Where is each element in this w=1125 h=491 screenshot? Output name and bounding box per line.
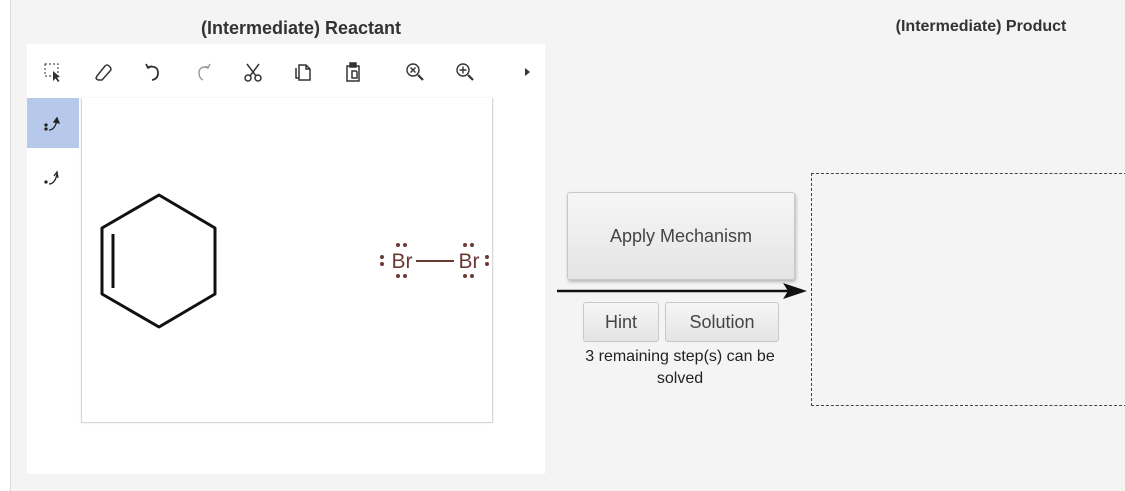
- eraser-icon: [95, 64, 112, 81]
- mechanism-app: (Intermediate) Reactant (Intermediate) P…: [10, 0, 1125, 491]
- editor-toolbar: [27, 44, 545, 98]
- reaction-arrow: [557, 283, 807, 299]
- redo-tool[interactable]: [189, 58, 217, 86]
- zoom-in-icon: [456, 63, 474, 81]
- apply-mechanism-button[interactable]: Apply Mechanism: [567, 192, 795, 280]
- cut-tool[interactable]: [239, 58, 267, 86]
- cyclohexene[interactable]: [100, 193, 217, 329]
- curved-arrow-single-icon: [44, 170, 59, 185]
- paste-icon: [346, 62, 360, 82]
- zoom-reset-icon: [406, 63, 424, 81]
- zoom-in-tool[interactable]: [451, 58, 479, 86]
- molecule-editor: Br Br: [27, 44, 545, 474]
- dashed-select-icon: [44, 63, 60, 82]
- product-drop-area[interactable]: [811, 173, 1125, 406]
- paste-tool[interactable]: [339, 58, 367, 86]
- copy-icon: [295, 64, 311, 81]
- eraser-tool[interactable]: [89, 58, 117, 86]
- product-title: (Intermediate) Product: [895, 18, 1067, 35]
- remaining-steps-text: 3 remaining step(s) can be solved: [585, 348, 775, 387]
- undo-icon: [145, 63, 159, 81]
- copy-tool[interactable]: [289, 58, 317, 86]
- triangle-right-icon: [525, 68, 530, 76]
- hint-button[interactable]: Hint: [583, 302, 659, 342]
- more-tools[interactable]: [513, 58, 541, 86]
- electron-pair-arrow[interactable]: [27, 98, 79, 148]
- undo-tool[interactable]: [139, 58, 167, 86]
- single-electron-arrow[interactable]: [27, 152, 79, 202]
- bromine-atom-right: Br: [459, 250, 480, 273]
- arrow-tools: [27, 98, 79, 218]
- redo-icon: [198, 63, 211, 81]
- reactant-title: (Intermediate) Reactant: [200, 18, 402, 38]
- scissors-icon: [244, 63, 262, 82]
- drawing-canvas[interactable]: Br Br: [81, 98, 493, 423]
- curved-arrow-pair-icon: [44, 116, 61, 131]
- bromine-molecule[interactable]: Br Br: [380, 243, 489, 278]
- molecule-drawing: Br Br: [100, 193, 489, 329]
- select-tool[interactable]: [39, 58, 67, 86]
- bromine-atom-left: Br: [392, 250, 413, 273]
- solution-button[interactable]: Solution: [665, 302, 779, 342]
- zoom-reset-tool[interactable]: [401, 58, 429, 86]
